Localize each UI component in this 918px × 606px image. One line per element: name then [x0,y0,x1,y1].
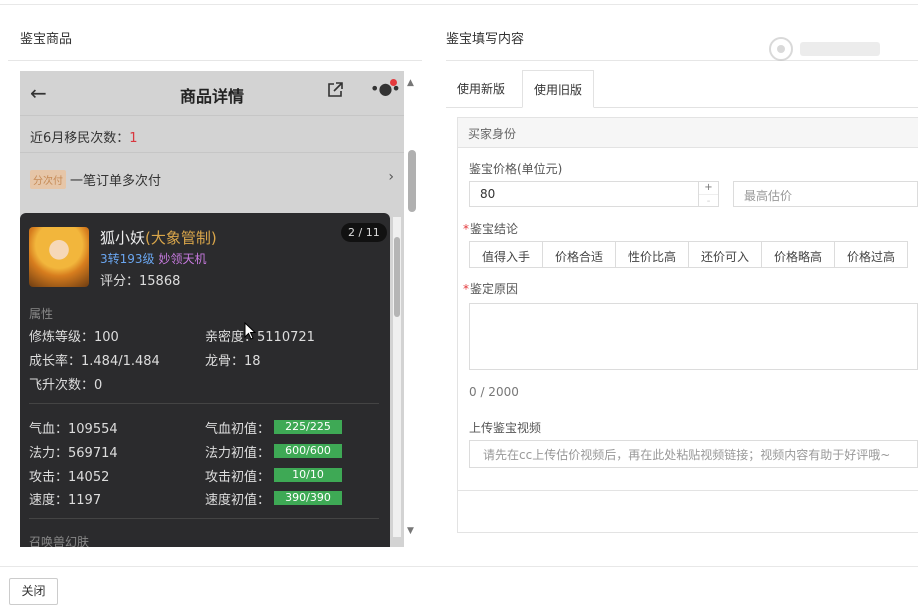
stat-hp-init-bar: 225/225 [274,420,342,434]
card-divider [29,403,379,404]
tab-old-version[interactable]: 使用旧版 [522,70,595,108]
left-section-title: 鉴宝商品 [20,32,73,47]
top-divider [0,4,918,5]
conclusion-option-value[interactable]: 性价比高 [615,241,689,268]
card-divider [29,518,379,519]
attr-dragon-bone: 龙骨：18 [205,354,261,369]
pet-tag: (大象管制) [145,229,217,247]
stat-hp-init-label: 气血初值： [205,422,271,437]
stat-mp-init-bar: 600/600 [274,444,342,458]
pet-level: 3转193级 妙领天机 [100,252,207,266]
preview-scrollbar[interactable]: ▲ ▼ [405,72,419,542]
chevron-right-icon: › [388,169,394,185]
scroll-up-icon[interactable]: ▲ [407,78,414,88]
migration-row: 近6月移民次数：1 [20,115,404,153]
increment-icon[interactable]: + [699,181,718,194]
pet-skill: 妙领天机 [158,252,207,266]
reason-textarea[interactable] [469,303,918,370]
attr-intimacy: 亲密度：5110721 [205,330,315,345]
decrement-icon[interactable]: - [699,194,718,207]
video-link-input[interactable]: 请先在cc上传估价视频后，再在此处粘贴视频链接；视频内容有助于好评哦~ [469,440,918,468]
left-title-divider [8,60,422,61]
card-scrollbar[interactable] [393,217,401,537]
close-button[interactable]: 关闭 [9,578,58,605]
watermark-logo [769,37,880,61]
bottom-divider [0,566,918,567]
share-icon[interactable] [326,81,344,99]
price-label: 鉴宝价格(单位元) [469,162,563,176]
stat-hp: 气血：109554 [29,422,118,437]
form-divider [458,490,918,491]
stat-mp-init-label: 法力初值： [205,446,271,461]
preview-title: 商品详情 [179,87,244,106]
stat-mp: 法力：569714 [29,446,118,461]
conclusion-option-slightly-high[interactable]: 价格略高 [761,241,835,268]
pet-avatar [29,227,89,287]
card-scroll-thumb[interactable] [394,237,400,317]
reason-counter: 0 / 2000 [469,385,519,399]
conclusion-label: *鉴宝结论 [463,222,519,236]
installment-text: 一笔订单多次付 [70,174,162,189]
pet-name: 狐小妖(大象管制) [100,229,217,247]
reason-label: *鉴定原因 [463,282,519,296]
migration-count: 1 [129,131,138,146]
attr-cultivation: 修炼等级：100 [29,330,119,345]
price-stepper[interactable]: + - [698,181,718,207]
attr-growth: 成长率：1.484/1.484 [29,354,160,369]
product-detail-preview[interactable]: ← 商品详情 •●• 近6月移民次数：1 分次付 一笔订单多次付 › 狐小妖(大象… [20,71,404,547]
stat-spd: 速度：1197 [29,493,102,508]
pet-detail-card: 狐小妖(大象管制) 3转193级 妙领天机 评分：15868 2 / 11 属性 … [20,213,390,547]
conclusion-option-worth[interactable]: 值得入手 [469,241,543,268]
migration-label: 近6月移民次数： [30,131,130,146]
scroll-down-icon[interactable]: ▼ [407,526,414,536]
version-tabs: 使用新版 使用旧版 [446,70,918,108]
skin-section-label: 召唤兽幻肤 [29,535,90,547]
stat-atk-init-bar: 10/10 [274,468,342,482]
conclusion-option-bargain[interactable]: 还价可入 [688,241,762,268]
video-label: 上传鉴宝视频 [469,421,542,435]
stat-atk: 攻击：14052 [29,470,110,485]
installment-row[interactable]: 分次付 一笔订单多次付 › [20,161,404,197]
image-pager: 2 / 11 [341,223,387,242]
tab-new-version[interactable]: 使用新版 [446,70,516,108]
right-section-title: 鉴宝填写内容 [446,32,525,47]
stat-spd-init-bar: 390/390 [274,491,342,505]
conclusion-option-fair[interactable]: 价格合适 [542,241,616,268]
preview-scroll-thumb[interactable] [408,150,416,212]
conclusion-option-too-high[interactable]: 价格过高 [834,241,908,268]
buyer-identity-header: 买家身份 [458,118,918,148]
preview-header: ← 商品详情 •●• [20,71,404,115]
notification-dot [390,79,397,86]
attr-section-label: 属性 [29,307,54,321]
stat-spd-init-label: 速度初值： [205,493,271,508]
mouse-cursor-icon [244,322,256,340]
price-input[interactable]: 80 [469,181,719,207]
installment-badge: 分次付 [30,170,66,189]
max-estimate-input[interactable]: 最高估价 [733,181,918,207]
stat-atk-init-label: 攻击初值： [205,470,271,485]
pet-score: 评分：15868 [100,274,181,289]
attr-ascension: 飞升次数：0 [29,378,103,393]
